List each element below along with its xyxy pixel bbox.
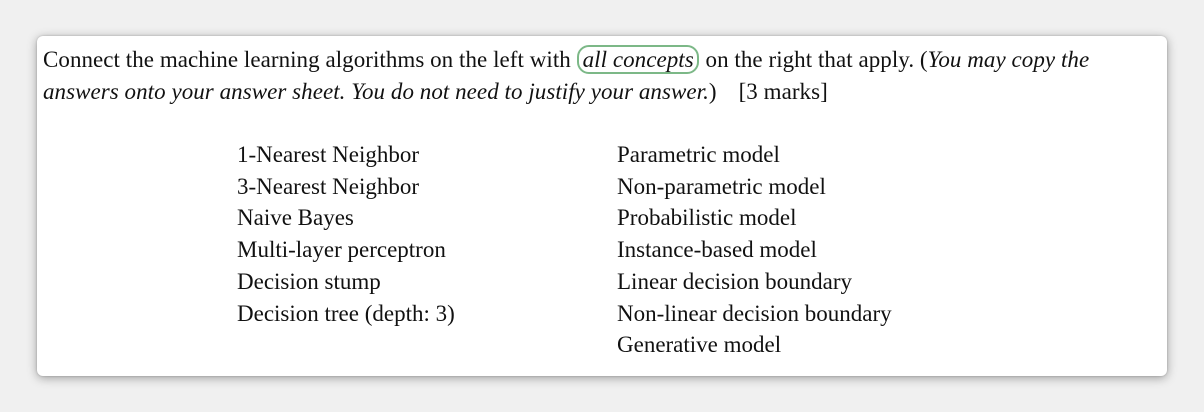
concept-item: Probabilistic model bbox=[617, 205, 797, 231]
algorithm-item: Naive Bayes bbox=[237, 205, 354, 231]
concept-item: Generative model bbox=[617, 332, 782, 358]
algorithms-list: 1-Nearest Neighbor 3-Nearest Neighbor Na… bbox=[237, 139, 455, 329]
concept-item: Parametric model bbox=[617, 142, 780, 167]
algorithm-item: Decision stump bbox=[237, 268, 381, 294]
concept-item: Instance-based model bbox=[617, 237, 817, 263]
highlighted-phrase: all concepts bbox=[576, 45, 699, 74]
algorithm-item: Multi-layer perceptron bbox=[237, 237, 446, 263]
concept-item: Linear decision boundary bbox=[617, 268, 853, 294]
question-close-paren: ) bbox=[708, 79, 717, 104]
algorithm-item: 1-Nearest Neighbor bbox=[237, 142, 420, 167]
algorithm-item: 3-Nearest Neighbor bbox=[237, 173, 420, 199]
marks-label: [3 marks] bbox=[738, 79, 828, 104]
question-text: Connect the machine learning algorithms … bbox=[43, 44, 1148, 108]
concept-item: Non-linear decision boundary bbox=[617, 300, 892, 326]
question-part1: Connect the machine learning algorithms … bbox=[43, 47, 577, 72]
document-card: Connect the machine learning algorithms … bbox=[37, 36, 1167, 376]
concepts-list: Parametric model Non-parametric model Pr… bbox=[617, 139, 892, 361]
question-part2: on the right that apply. ( bbox=[699, 47, 928, 72]
algorithm-item: Decision tree (depth: 3) bbox=[237, 300, 455, 326]
concept-item: Non-parametric model bbox=[617, 173, 826, 199]
